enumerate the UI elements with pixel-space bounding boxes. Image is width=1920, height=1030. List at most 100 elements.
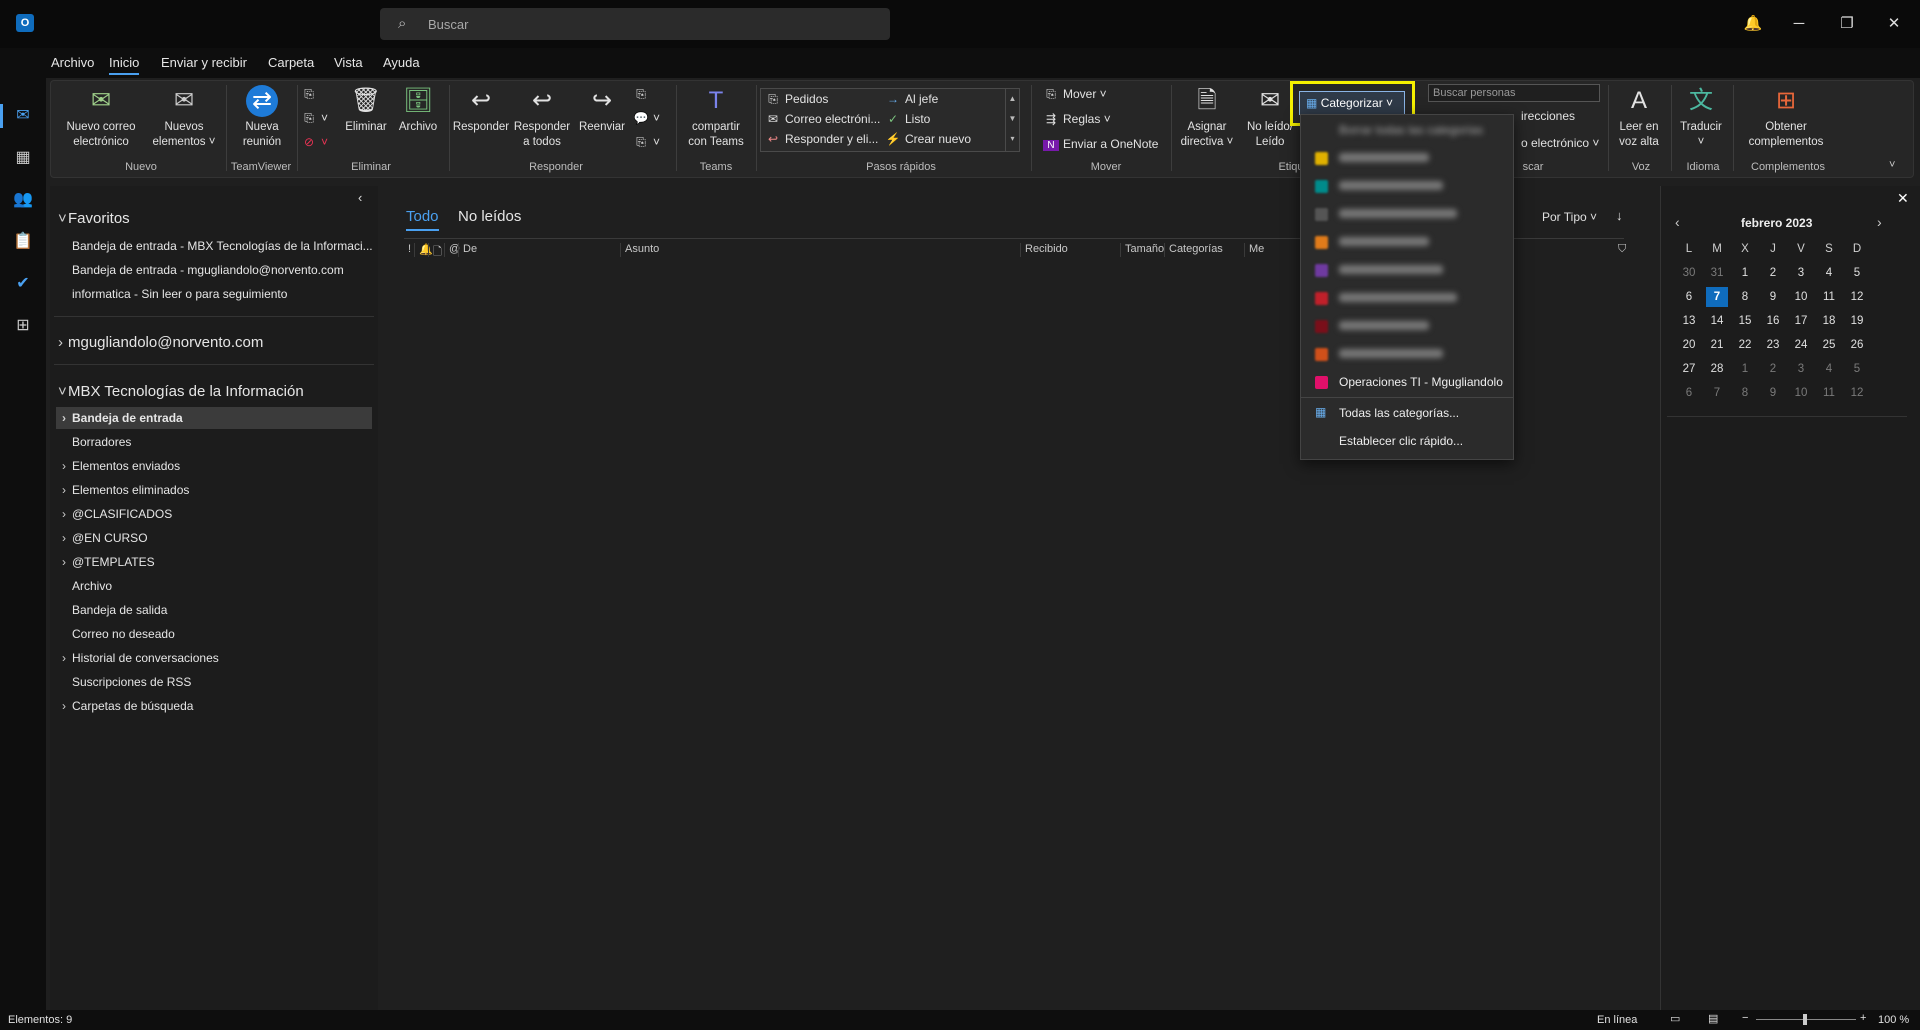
apps-icon[interactable]: ⊞ xyxy=(11,314,35,338)
search-input[interactable]: ⌕ Buscar xyxy=(380,8,890,40)
search-people-input[interactable]: Buscar personas xyxy=(1428,84,1600,102)
calendar-icon[interactable]: ▦ xyxy=(11,146,35,170)
read-aloud-button[interactable]: A Leer en voz alta xyxy=(1611,85,1667,150)
folder-item[interactable]: Suscripciones de RSS xyxy=(56,671,372,693)
archive-button[interactable]: 🗄 Archivo xyxy=(393,85,443,135)
calendar-day[interactable]: 1 xyxy=(1734,263,1756,283)
calendar-day[interactable]: 4 xyxy=(1818,359,1840,379)
get-addins-button[interactable]: ⊞ Obtener complementos xyxy=(1741,85,1831,150)
tab-ayuda[interactable]: Ayuda xyxy=(383,55,420,70)
zoom-slider-thumb[interactable] xyxy=(1803,1014,1807,1025)
calendar-day[interactable]: 12 xyxy=(1846,287,1868,307)
calendar-day[interactable]: 11 xyxy=(1818,383,1840,403)
sort-by-dropdown[interactable]: Por Tipo ˅ xyxy=(1542,210,1597,224)
collapse-ribbon-icon[interactable]: ˅ xyxy=(1889,159,1895,171)
filter-icon[interactable]: ⛉ xyxy=(1614,243,1626,257)
folder-item[interactable]: › Bandeja de entrada xyxy=(56,407,372,429)
delete-button[interactable]: 🗑 Eliminar xyxy=(341,85,391,135)
address-book-button[interactable]: irecciones xyxy=(1521,109,1575,123)
folder-item[interactable]: › @EN CURSO xyxy=(56,527,372,549)
minimize-button[interactable]: ─ xyxy=(1787,12,1811,36)
importance-column[interactable]: ! xyxy=(404,243,411,257)
close-pane-icon[interactable]: ✕ xyxy=(1897,190,1909,207)
onenote-button[interactable]: N Enviar a OneNote xyxy=(1043,137,1158,151)
junk-icon[interactable]: ⊘ ˅ xyxy=(301,135,328,149)
calendar-day[interactable]: 23 xyxy=(1762,335,1784,355)
new-meeting-button[interactable]: ⇄ Nueva reunión xyxy=(231,85,293,150)
close-button[interactable]: ✕ xyxy=(1882,12,1906,36)
clear-categories-item[interactable]: Borrar todas las categorías xyxy=(1301,119,1513,141)
account-header-mbx[interactable]: ˅MBX Tecnologías de la Información xyxy=(58,383,386,400)
calendar-day[interactable]: 10 xyxy=(1790,383,1812,403)
zoom-out-icon[interactable]: − xyxy=(1742,1012,1748,1024)
calendar-day[interactable]: 1 xyxy=(1734,359,1756,379)
icon-column[interactable]: 🗋 xyxy=(428,243,442,258)
calendar-day[interactable]: 2 xyxy=(1762,359,1784,379)
calendar-day[interactable]: 14 xyxy=(1706,311,1728,331)
tab-enviar-recibir[interactable]: Enviar y recibir xyxy=(161,55,247,70)
calendar-day[interactable]: 25 xyxy=(1818,335,1840,355)
folder-item[interactable]: › Elementos enviados xyxy=(56,455,372,477)
category-item-blurred[interactable] xyxy=(1301,175,1513,197)
calendar-day[interactable]: 8 xyxy=(1734,383,1756,403)
category-item-blurred[interactable] xyxy=(1301,259,1513,281)
reply-all-button[interactable]: ↩ Responder a todos xyxy=(511,85,573,150)
reply-button[interactable]: ↩ Responder xyxy=(451,85,511,135)
calendar-day[interactable]: 30 xyxy=(1678,263,1700,283)
folder-item[interactable]: › Elementos eliminados xyxy=(56,479,372,501)
new-email-button[interactable]: ✉ Nuevo correo electrónico xyxy=(61,85,141,150)
calendar-day[interactable]: 28 xyxy=(1706,359,1728,379)
more-reply-icon[interactable]: ⎘ ˅ xyxy=(633,135,660,150)
calendar-day[interactable]: 24 xyxy=(1790,335,1812,355)
calendar-day[interactable]: 19 xyxy=(1846,311,1868,331)
calendar-day[interactable]: 15 xyxy=(1734,311,1756,331)
folder-item[interactable]: Bandeja de salida xyxy=(56,599,372,621)
people-icon[interactable]: 👥 xyxy=(11,188,35,212)
folder-item[interactable]: › @TEMPLATES xyxy=(56,551,372,573)
size-column[interactable]: Tamaño xyxy=(1120,243,1164,257)
category-item-blurred[interactable] xyxy=(1301,147,1513,169)
category-item-blurred[interactable] xyxy=(1301,203,1513,225)
favorite-item[interactable]: Bandeja de entrada - MBX Tecnologías de … xyxy=(72,239,372,253)
clean-up-icon[interactable]: ⎘ ˅ xyxy=(301,111,328,126)
category-item-blurred[interactable] xyxy=(1301,343,1513,365)
calendar-day[interactable]: 2 xyxy=(1762,263,1784,283)
tab-vista[interactable]: Vista xyxy=(334,55,363,70)
calendar-day[interactable]: 31 xyxy=(1706,263,1728,283)
folder-item[interactable]: › Carpetas de búsqueda xyxy=(56,695,372,717)
all-categories-item[interactable]: ▦ Todas las categorías... xyxy=(1301,402,1513,424)
folder-item[interactable]: Correo no deseado xyxy=(56,623,372,645)
filter-email-button[interactable]: o electrónico ˅ xyxy=(1521,136,1599,150)
rules-button[interactable]: ⇶ Reglas ˅ xyxy=(1043,112,1111,126)
calendar-day[interactable]: 9 xyxy=(1762,287,1784,307)
todo-check-icon[interactable]: ✔ xyxy=(11,272,35,296)
ignore-icon[interactable]: ⎘ xyxy=(301,87,321,102)
calendar-day[interactable]: 16 xyxy=(1762,311,1784,331)
calendar-day[interactable]: 5 xyxy=(1846,263,1868,283)
calendar-day[interactable]: 20 xyxy=(1678,335,1700,355)
calendar-day[interactable]: 22 xyxy=(1734,335,1756,355)
prev-month-icon[interactable]: ‹ xyxy=(1675,214,1680,230)
folder-item[interactable]: Archivo xyxy=(56,575,372,597)
sort-direction-icon[interactable]: ↓ xyxy=(1616,208,1623,223)
quick-step-pedidos[interactable]: ⎘ Pedidos xyxy=(765,92,828,107)
subject-column[interactable]: Asunto xyxy=(620,243,659,257)
favorite-item[interactable]: Bandeja de entrada - mgugliandolo@norven… xyxy=(72,263,372,277)
calendar-day[interactable]: 6 xyxy=(1678,287,1700,307)
categorize-button[interactable]: ▦ Categorizar ˅ xyxy=(1299,91,1405,115)
folder-item[interactable]: › @CLASIFICADOS xyxy=(56,503,372,525)
favorites-header[interactable]: ˅Favoritos xyxy=(58,210,386,227)
tab-inicio[interactable]: Inicio xyxy=(109,55,140,75)
collapse-pane-icon[interactable]: ‹ xyxy=(358,190,362,205)
folder-item[interactable]: Borradores xyxy=(56,431,372,453)
received-column[interactable]: Recibido xyxy=(1020,243,1068,257)
calendar-day[interactable]: 13 xyxy=(1678,311,1700,331)
quick-step-al-jefe[interactable]: → Al jefe xyxy=(885,92,938,106)
im-reply-icon[interactable]: 💬 ˅ xyxy=(633,111,661,125)
share-teams-button[interactable]: T compartir con Teams xyxy=(681,85,751,150)
tab-carpeta[interactable]: Carpeta xyxy=(268,55,314,70)
mention-column[interactable]: Me xyxy=(1244,243,1264,257)
calendar-day[interactable]: 11 xyxy=(1818,287,1840,307)
calendar-day[interactable]: 5 xyxy=(1846,359,1868,379)
calendar-day[interactable]: 3 xyxy=(1790,263,1812,283)
